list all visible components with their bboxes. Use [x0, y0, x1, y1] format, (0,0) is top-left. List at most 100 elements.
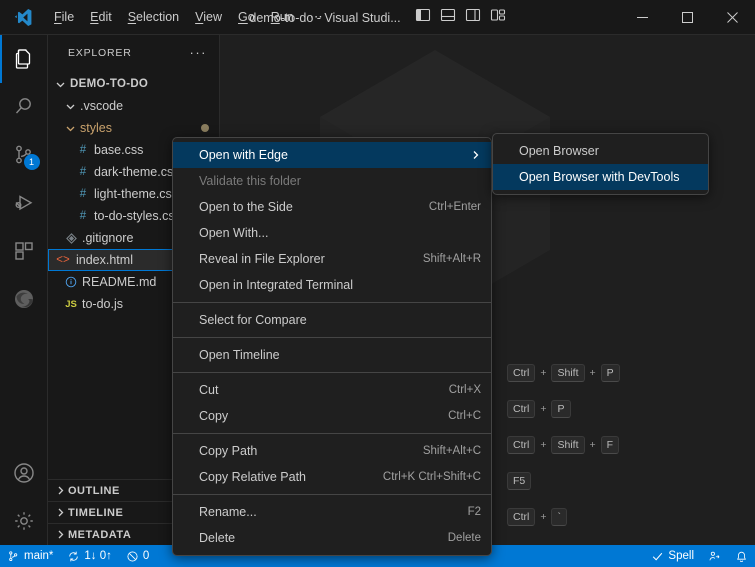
- chevron-right-icon: [52, 507, 68, 518]
- source-control-badge: 1: [24, 154, 40, 170]
- context-menu-item-shortcut: F2: [454, 506, 481, 518]
- status-problems-label: 0: [143, 550, 149, 562]
- menu-view[interactable]: View: [187, 6, 230, 28]
- tree-item-label: styles: [78, 121, 112, 135]
- customize-layout-icon[interactable]: [490, 7, 506, 28]
- activitybar-item-settings[interactable]: [0, 497, 48, 545]
- chevron-down-icon: [52, 79, 68, 90]
- activitybar-item-edge-tools[interactable]: [0, 275, 48, 323]
- shortcut-row: F5: [507, 463, 620, 499]
- context-menu-item-label: Rename...: [199, 505, 454, 519]
- toggle-primary-sidebar-icon[interactable]: [415, 7, 431, 28]
- tree-item-label: base.css: [92, 143, 143, 157]
- css-file-icon: #: [74, 210, 92, 222]
- css-file-icon: #: [74, 188, 92, 200]
- key-cap: Shift: [551, 364, 584, 382]
- minimize-button[interactable]: [620, 0, 665, 35]
- activitybar-item-explorer[interactable]: [0, 35, 48, 83]
- tree-item-styles[interactable]: styles: [48, 117, 219, 139]
- context-menu-item-select-for-compare[interactable]: Select for Compare: [173, 307, 491, 333]
- status-live-share[interactable]: [701, 545, 728, 567]
- context-menu-item-label: Copy Path: [199, 444, 409, 458]
- key-cap: Ctrl: [507, 436, 535, 454]
- plus-separator: +: [540, 511, 546, 523]
- context-menu-item-shortcut: Delete: [434, 532, 481, 544]
- tree-item-label: README.md: [80, 275, 156, 289]
- chevron-right-icon: [52, 485, 68, 496]
- activitybar-item-source-control[interactable]: 1: [0, 131, 48, 179]
- html-file-icon: <>: [54, 254, 72, 266]
- plus-separator: +: [540, 403, 546, 415]
- menu-edit[interactable]: Edit: [82, 6, 120, 28]
- vscode-window: File Edit Selection View Go Run ⋯ demo-t…: [0, 0, 755, 567]
- tree-item-vscode[interactable]: .vscode: [48, 95, 219, 117]
- context-menu-item-label: Open Timeline: [199, 348, 481, 362]
- plus-separator: +: [540, 439, 546, 451]
- context-menu-item-open-timeline[interactable]: Open Timeline: [173, 342, 491, 368]
- toggle-secondary-sidebar-icon[interactable]: [465, 7, 481, 28]
- context-menu-item-delete[interactable]: Delete Delete: [173, 525, 491, 551]
- menu-run[interactable]: Run: [263, 6, 302, 28]
- context-menu-item-shortcut: Shift+Alt+R: [409, 253, 481, 265]
- status-branch[interactable]: main*: [0, 545, 60, 567]
- submenu-item-label: Open Browser: [519, 144, 698, 158]
- chevron-right-icon: [52, 529, 68, 540]
- menu-selection[interactable]: Selection: [120, 6, 187, 28]
- layout-controls: [415, 7, 506, 28]
- context-menu-item-open-with-edge[interactable]: Open with Edge: [173, 142, 491, 168]
- context-menu-item-label: Open With...: [199, 226, 481, 240]
- menu-go[interactable]: Go: [230, 6, 263, 28]
- title-bar: File Edit Selection View Go Run ⋯ demo-t…: [0, 0, 755, 35]
- activitybar-item-run-and-debug[interactable]: [0, 179, 48, 227]
- activitybar-item-extensions[interactable]: [0, 227, 48, 275]
- activitybar-item-search[interactable]: [0, 83, 48, 131]
- plus-separator: +: [540, 367, 546, 379]
- menu-file[interactable]: File: [46, 6, 82, 28]
- vscode-logo-icon: [0, 0, 46, 35]
- maximize-button[interactable]: [665, 0, 710, 35]
- activity-bar: 1: [0, 35, 48, 545]
- tree-root-demo-to-do[interactable]: DEMO-TO-DO: [48, 73, 219, 95]
- context-menu-item-validate-this-folder[interactable]: Validate this folder: [173, 168, 491, 194]
- context-menu-item-label: Reveal in File Explorer: [199, 252, 409, 266]
- context-menu-item-label: Open to the Side: [199, 200, 415, 214]
- status-spell[interactable]: Spell: [644, 545, 701, 567]
- context-menu-item-copy[interactable]: Copy Ctrl+C: [173, 403, 491, 429]
- context-menu-item-open-to-the-side[interactable]: Open to the Side Ctrl+Enter: [173, 194, 491, 220]
- status-sync[interactable]: 1↓ 0↑: [60, 545, 119, 567]
- explorer-more-actions-button[interactable]: ···: [190, 45, 212, 60]
- context-menu-item-copy-relative-path[interactable]: Copy Relative Path Ctrl+K Ctrl+Shift+C: [173, 464, 491, 490]
- context-menu-item-open-with[interactable]: Open With...: [173, 220, 491, 246]
- css-file-icon: #: [74, 166, 92, 178]
- context-menu-item-cut[interactable]: Cut Ctrl+X: [173, 377, 491, 403]
- shortcut-row: Ctrl + `: [507, 499, 620, 535]
- submenu-item-open-browser-with-devtools[interactable]: Open Browser with DevTools: [493, 164, 708, 190]
- context-menu-item-label: Delete: [199, 531, 434, 545]
- submenu-item-open-browser[interactable]: Open Browser: [493, 138, 708, 164]
- explorer-header: EXPLORER ···: [48, 35, 219, 70]
- context-menu-item-label: Cut: [199, 383, 435, 397]
- close-button[interactable]: [710, 0, 755, 35]
- key-cap: P: [551, 400, 570, 418]
- context-menu-item-copy-path[interactable]: Copy Path Shift+Alt+C: [173, 438, 491, 464]
- status-notifications[interactable]: [728, 545, 755, 567]
- context-menu-item-label: Copy: [199, 409, 434, 423]
- chevron-right-icon: [467, 150, 481, 160]
- context-menu-item-open-in-integrated-terminal[interactable]: Open in Integrated Terminal: [173, 272, 491, 298]
- context-menu-item-label: Validate this folder: [199, 174, 481, 188]
- key-cap: Ctrl: [507, 508, 535, 526]
- plus-separator: +: [590, 439, 596, 451]
- window-controls: [620, 0, 755, 35]
- context-menu-item-shortcut: Ctrl+Enter: [415, 201, 481, 213]
- status-problems[interactable]: 0: [119, 545, 156, 567]
- context-menu-item-rename[interactable]: Rename... F2: [173, 499, 491, 525]
- activitybar-item-accounts[interactable]: [0, 449, 48, 497]
- menu-more-button[interactable]: ⋯: [302, 9, 332, 25]
- context-menu-item-reveal-in-file-explorer[interactable]: Reveal in File Explorer Shift+Alt+R: [173, 246, 491, 272]
- menu-separator: [173, 494, 491, 495]
- toggle-panel-icon[interactable]: [440, 7, 456, 28]
- shortcut-row: Ctrl + Shift + P: [507, 355, 620, 391]
- submenu-item-label: Open Browser with DevTools: [519, 170, 698, 184]
- context-menu-item-shortcut: Shift+Alt+C: [409, 445, 481, 457]
- section-label: OUTLINE: [68, 485, 120, 497]
